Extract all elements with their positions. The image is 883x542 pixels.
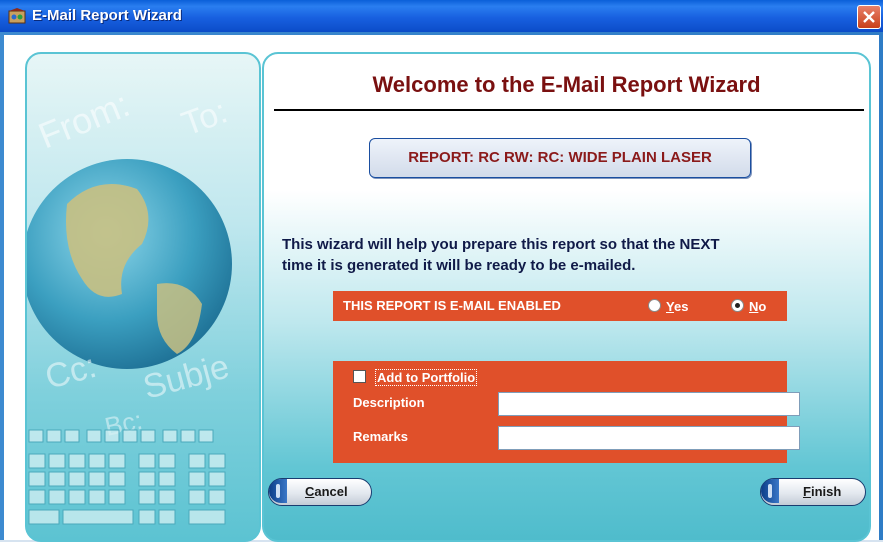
- wizard-description: This wizard will help you prepare this r…: [282, 234, 862, 276]
- finish-button[interactable]: Finish: [760, 478, 866, 506]
- page-title: Welcome to the E-Mail Report Wizard: [372, 72, 761, 97]
- sidebar-illustration: From: To: Cc: Subje Bc:: [27, 83, 233, 525]
- sidebar-cc-text: Cc:: [41, 347, 100, 397]
- email-enabled-group: THIS REPORT IS E-MAIL ENABLED Yes No: [333, 291, 787, 321]
- radio-no-label-rest: o: [758, 299, 767, 314]
- app-icon: [8, 8, 26, 24]
- wizard-content-panel: Welcome to the E-Mail Report Wizard REPO…: [262, 52, 871, 542]
- radio-no[interactable]: [731, 299, 744, 312]
- report-name-label: REPORT: RC RW: RC: WIDE PLAIN LASER: [408, 149, 712, 166]
- window-title: E-Mail Report Wizard: [32, 7, 182, 24]
- remarks-field[interactable]: [498, 426, 800, 450]
- wizard-description-line1: This wizard will help you prepare this r…: [282, 236, 720, 253]
- report-name-box: REPORT: RC RW: RC: WIDE PLAIN LASER: [369, 138, 751, 178]
- finish-accelerator: F: [803, 484, 811, 499]
- email-enabled-label: THIS REPORT IS E-MAIL ENABLED: [343, 298, 561, 313]
- wizard-description-line2: time it is generated it will be ready to…: [282, 257, 636, 274]
- title-bar: E-Mail Report Wizard: [0, 0, 883, 32]
- finish-button-cap-icon: [761, 479, 779, 503]
- description-label: Description: [353, 395, 425, 410]
- close-button[interactable]: [857, 5, 881, 29]
- radio-no-selected-dot: [735, 303, 740, 308]
- radio-no-accelerator: N: [749, 299, 759, 314]
- sidebar-to-text: To:: [177, 92, 233, 143]
- cancel-label-rest: ancel: [314, 484, 348, 499]
- radio-yes-label-rest: es: [673, 299, 689, 314]
- radio-yes[interactable]: [648, 299, 661, 312]
- keyboard-illustration: [28, 429, 226, 525]
- sidebar-from-text: From:: [33, 83, 136, 156]
- title-divider: [274, 109, 864, 111]
- description-field[interactable]: [498, 392, 800, 416]
- radio-yes-label[interactable]: Yes: [666, 299, 688, 314]
- cancel-button-cap-icon: [269, 479, 287, 503]
- cancel-button[interactable]: Cancel: [268, 478, 372, 506]
- close-icon: [863, 11, 875, 23]
- remarks-label: Remarks: [353, 429, 408, 444]
- portfolio-group: Add to Portfolio Description Remarks: [333, 361, 800, 463]
- radio-yes-accelerator: Y: [666, 299, 674, 314]
- radio-no-label[interactable]: No: [749, 299, 766, 314]
- cancel-button-label: Cancel: [305, 484, 348, 499]
- wizard-sidebar-art: From: To: Cc: Subje Bc:: [25, 52, 261, 542]
- finish-label-rest: inish: [810, 484, 842, 499]
- add-to-portfolio-label[interactable]: Add to Portfolio: [375, 369, 478, 386]
- cancel-accelerator: C: [305, 484, 315, 499]
- finish-button-label: Finish: [803, 484, 841, 499]
- add-to-portfolio-checkbox[interactable]: [353, 370, 366, 383]
